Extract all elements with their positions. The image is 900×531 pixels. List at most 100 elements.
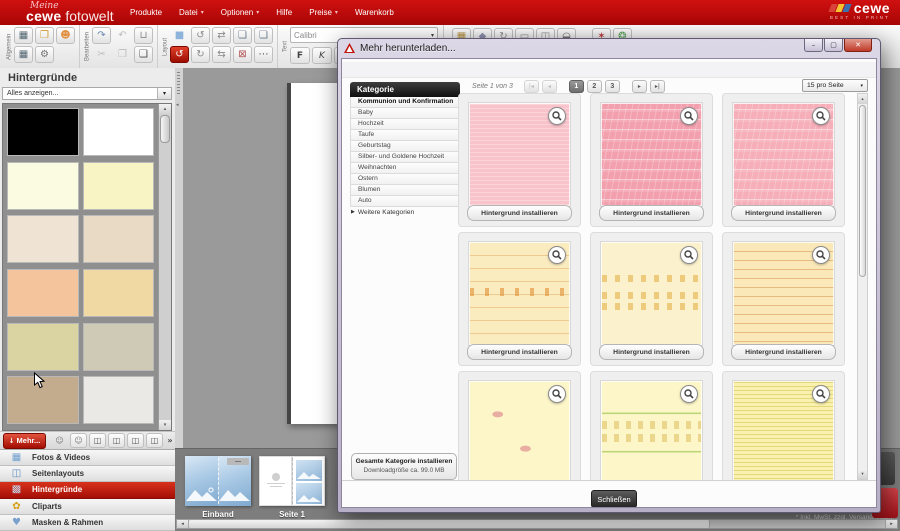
install-background-button[interactable]: Hintergrund installieren: [731, 205, 836, 221]
sidebar-item-masken-rahmen[interactable]: ♥Masken & Rahmen: [0, 515, 175, 531]
install-background-button[interactable]: Hintergrund installieren: [467, 344, 572, 360]
magnifier-icon[interactable]: [680, 107, 698, 125]
scrollbar-thumb[interactable]: [859, 105, 866, 277]
save-as-icon[interactable]: ▦: [14, 46, 33, 63]
redo-icon[interactable]: ↷: [92, 27, 111, 44]
menu-datei[interactable]: Datei▾: [179, 8, 204, 17]
background-swatch-5[interactable]: [7, 215, 79, 263]
background-swatch-10[interactable]: [83, 323, 155, 371]
undo-icon[interactable]: ↶: [113, 27, 132, 44]
close-button[interactable]: ✕: [844, 39, 872, 52]
fill-color-icon[interactable]: ■: [170, 27, 189, 44]
footer-more-icon[interactable]: »: [165, 433, 175, 448]
page-1-button[interactable]: 1: [569, 80, 584, 93]
page-3-button[interactable]: 3: [605, 80, 620, 93]
background-preview[interactable]: [601, 381, 702, 480]
rotate-ccw-icon[interactable]: ↺: [191, 27, 210, 44]
next-page-button[interactable]: ▸: [632, 80, 647, 93]
category-ostern[interactable]: Ostern: [350, 174, 460, 185]
category-kommunion-und-konfirmation[interactable]: Kommunion und Konfirmation: [350, 97, 460, 108]
category-geburtstag[interactable]: Geburtstag: [350, 141, 460, 152]
close-dialog-button[interactable]: Schließen: [591, 490, 637, 508]
italic-button[interactable]: K: [312, 47, 332, 64]
background-swatch-1[interactable]: [7, 108, 79, 156]
background-preview[interactable]: [733, 242, 834, 345]
filmstrip-scrollbar[interactable]: ◂ ▸: [176, 519, 898, 529]
magnifier-icon[interactable]: [812, 107, 830, 125]
category-taufe[interactable]: Taufe: [350, 130, 460, 141]
menu-produkte[interactable]: Produkte: [130, 8, 162, 17]
dialog-titlebar[interactable]: Mehr herunterladen... –▢✕: [338, 39, 880, 57]
background-swatch-8[interactable]: [83, 269, 155, 317]
magnifier-icon[interactable]: [548, 107, 566, 125]
copy-icon[interactable]: ❐: [113, 46, 132, 63]
scrollbar-thumb[interactable]: [189, 520, 710, 528]
background-swatch-4[interactable]: [83, 162, 155, 210]
magnifier-icon[interactable]: [548, 385, 566, 403]
background-preview[interactable]: [469, 103, 570, 206]
install-background-button[interactable]: Hintergrund installieren: [731, 344, 836, 360]
save-icon[interactable]: ▦: [14, 27, 33, 44]
cut-icon[interactable]: ✂: [92, 46, 111, 63]
overflow-icon[interactable]: ⋯: [254, 46, 273, 63]
active-undo-icon[interactable]: ↺: [170, 46, 189, 63]
magnifier-icon[interactable]: [548, 246, 566, 264]
swatch-scrollbar[interactable]: ▴ ▾: [158, 104, 171, 430]
category-auto[interactable]: Auto: [350, 196, 460, 207]
maximize-button[interactable]: ▢: [824, 39, 843, 52]
first-page-button[interactable]: |◂: [524, 80, 539, 93]
grid-view-icon[interactable]: ◫: [127, 433, 144, 448]
raise-layer-icon[interactable]: ❏: [233, 27, 252, 44]
open-folder-icon[interactable]: ❐: [35, 27, 54, 44]
collapse-arrow-icon[interactable]: ◂: [176, 102, 179, 108]
magnifier-icon[interactable]: [812, 385, 830, 403]
bold-button[interactable]: F: [290, 47, 310, 64]
background-swatch-7[interactable]: [7, 269, 79, 317]
menu-optionen[interactable]: Optionen▾: [221, 8, 259, 17]
background-swatch-6[interactable]: [83, 215, 155, 263]
scroll-down-icon[interactable]: ▾: [858, 469, 867, 479]
background-preview[interactable]: [469, 242, 570, 345]
sidebar-item-cliparts[interactable]: ✿Cliparts: [0, 499, 175, 515]
menu-hilfe[interactable]: Hilfe: [276, 8, 292, 17]
install-background-button[interactable]: Hintergrund installieren: [467, 205, 572, 221]
background-preview[interactable]: [733, 381, 834, 480]
person-settings-icon[interactable]: ☺: [70, 433, 87, 448]
page-thumb-einband[interactable]: Einband: [185, 456, 251, 519]
trash-icon[interactable]: ⊔: [134, 27, 153, 44]
sidebar-item-seitenlayouts[interactable]: ◫Seitenlayouts: [0, 466, 175, 482]
category-hochzeit[interactable]: Hochzeit: [350, 119, 460, 130]
background-swatch-9[interactable]: [7, 323, 79, 371]
two-page-view-icon[interactable]: ◫: [108, 433, 125, 448]
scroll-up-icon[interactable]: ▴: [159, 104, 171, 114]
background-preview[interactable]: [469, 381, 570, 480]
scroll-down-icon[interactable]: ▾: [159, 420, 171, 430]
lower-layer-icon[interactable]: ❏: [254, 27, 273, 44]
per-page-select[interactable]: 15 pro Seite ▾: [802, 79, 868, 92]
book-view-icon[interactable]: ◫: [146, 433, 163, 448]
install-background-button[interactable]: Hintergrund installieren: [599, 205, 704, 221]
minimize-button[interactable]: –: [804, 39, 823, 52]
install-background-button[interactable]: Hintergrund installieren: [599, 344, 704, 360]
background-filter-select[interactable]: Alles anzeigen... ▾: [2, 87, 172, 100]
category-blumen[interactable]: Blumen: [350, 185, 460, 196]
scroll-right-icon[interactable]: ▸: [885, 520, 897, 528]
more-categories[interactable]: ▶ Weitere Kategorien: [350, 207, 460, 218]
prev-page-button[interactable]: ◂: [542, 80, 557, 93]
more-backgrounds-button[interactable]: ↓ Mehr...: [3, 433, 46, 449]
menu-preise[interactable]: Preise▾: [309, 8, 338, 17]
sidebar-item-hintergr-nde[interactable]: ▩Hintergründe: [0, 482, 175, 498]
category-weihnachten[interactable]: Weihnachten: [350, 163, 460, 174]
magnifier-icon[interactable]: [680, 385, 698, 403]
grid-scrollbar[interactable]: ▴ ▾: [857, 93, 868, 480]
category-silber-und-goldene-hochzeit[interactable]: Silber- und Goldene Hochzeit: [350, 152, 460, 163]
person-search-icon[interactable]: ☺: [51, 433, 68, 448]
delete-layer-icon[interactable]: ⊠: [233, 46, 252, 63]
menu-warenkorb[interactable]: Warenkorb: [355, 8, 394, 17]
page-2-button[interactable]: 2: [587, 80, 602, 93]
scroll-left-icon[interactable]: ◂: [177, 520, 189, 528]
flip-vertical-icon[interactable]: ⇆: [212, 46, 231, 63]
one-page-view-icon[interactable]: ◫: [89, 433, 106, 448]
background-swatch-12[interactable]: [83, 376, 155, 424]
settings-icon[interactable]: ⚙: [35, 46, 54, 63]
